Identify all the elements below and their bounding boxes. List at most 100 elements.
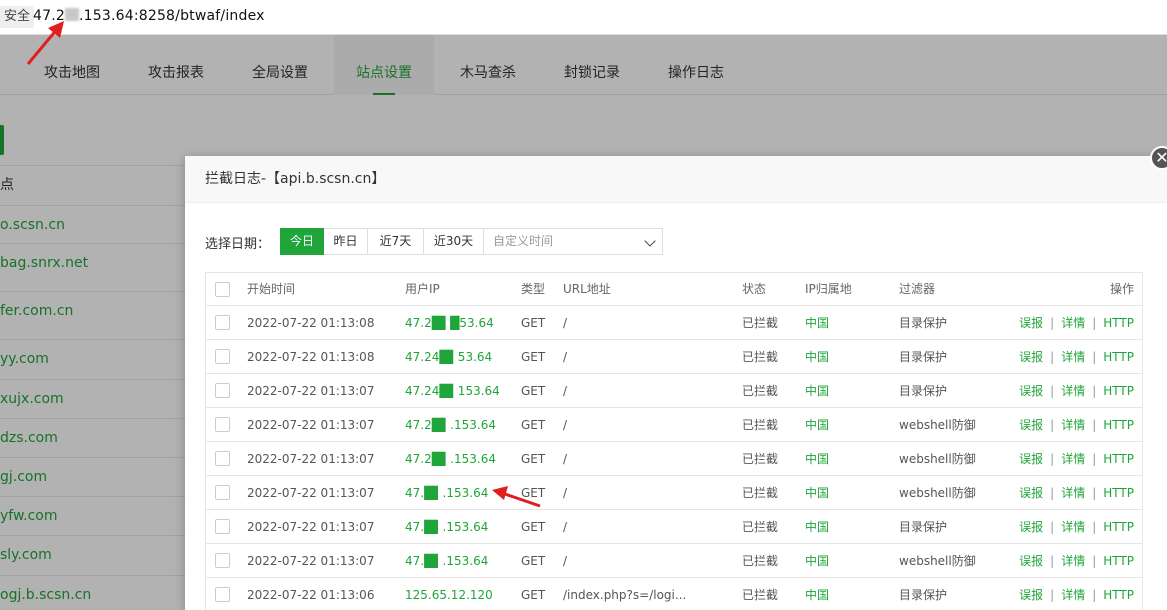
http-link[interactable]: HTTP	[1103, 554, 1134, 568]
cell-time: 2022-07-22 01:13:08	[247, 316, 375, 330]
col-user-ip: 用户IP	[405, 282, 440, 296]
cell-url: /index.php?s=/logi...	[563, 588, 687, 602]
cell-url: /	[563, 486, 568, 500]
http-link[interactable]: HTTP	[1103, 452, 1134, 466]
col-url: URL地址	[563, 282, 611, 296]
cell-status: 已拦截	[742, 418, 779, 432]
intercept-log-table: 开始时间 用户IP 类型 URL地址 状态 IP归属地 过滤器 操作 2022-…	[205, 272, 1143, 610]
browser-address-bar[interactable]: 安全 47.2 .153.64:8258/btwaf/index	[0, 0, 1167, 35]
details-link[interactable]: 详情	[1061, 384, 1085, 398]
row-actions: 误报 | 详情 | HTTP	[1019, 442, 1134, 476]
separator: |	[1092, 588, 1097, 602]
cell-status: 已拦截	[742, 384, 779, 398]
cell-type: GET	[521, 350, 546, 364]
cell-status: 已拦截	[742, 520, 779, 534]
separator: |	[1092, 350, 1097, 364]
cell-ip[interactable]: 47.█▌.153.64	[405, 510, 488, 544]
row-actions: 误报 | 详情 | HTTP	[1019, 340, 1134, 374]
row-checkbox[interactable]	[215, 451, 230, 466]
row-checkbox[interactable]	[215, 587, 230, 602]
cell-ip[interactable]: 47.2█▌.153.64	[405, 408, 496, 442]
http-link[interactable]: HTTP	[1103, 350, 1134, 364]
url-text[interactable]: 47.2 .153.64:8258/btwaf/index	[33, 8, 265, 24]
cell-filter: webshell防御	[899, 486, 976, 500]
separator: |	[1050, 486, 1055, 500]
details-link[interactable]: 详情	[1061, 418, 1085, 432]
details-link[interactable]: 详情	[1061, 452, 1085, 466]
cell-type: GET	[521, 384, 546, 398]
close-icon[interactable]: ✕	[1150, 146, 1167, 170]
row-checkbox[interactable]	[215, 553, 230, 568]
cell-ip[interactable]: 47.█▌.153.64	[405, 476, 488, 510]
cell-filter: 目录保护	[899, 520, 948, 534]
row-checkbox[interactable]	[215, 519, 230, 534]
cell-ip[interactable]: 47.2█▌█53.64	[405, 306, 494, 340]
cell-ip-location: 中国	[805, 452, 830, 466]
report-false-positive-link[interactable]: 误报	[1019, 350, 1043, 364]
secure-badge[interactable]: 安全	[0, 6, 35, 28]
row-checkbox[interactable]	[215, 315, 230, 330]
separator: |	[1050, 588, 1055, 602]
details-link[interactable]: 详情	[1061, 520, 1085, 534]
chevron-down-icon	[644, 235, 656, 247]
separator: |	[1092, 316, 1097, 330]
details-link[interactable]: 详情	[1061, 486, 1085, 500]
details-link[interactable]: 详情	[1061, 588, 1085, 602]
details-link[interactable]: 详情	[1061, 554, 1085, 568]
http-link[interactable]: HTTP	[1103, 384, 1134, 398]
row-checkbox[interactable]	[215, 349, 230, 364]
report-false-positive-link[interactable]: 误报	[1019, 452, 1043, 466]
report-false-positive-link[interactable]: 误报	[1019, 588, 1043, 602]
cell-ip[interactable]: 47.24█▌53.64	[405, 340, 492, 374]
row-checkbox[interactable]	[215, 383, 230, 398]
row-actions: 误报 | 详情 | HTTP	[1019, 578, 1134, 610]
details-link[interactable]: 详情	[1061, 350, 1085, 364]
url-suffix: .153.64:8258/btwaf/index	[78, 8, 265, 24]
cell-ip[interactable]: 47.2█▌.153.64	[405, 442, 496, 476]
cell-time: 2022-07-22 01:13:07	[247, 384, 375, 398]
report-false-positive-link[interactable]: 误报	[1019, 384, 1043, 398]
http-link[interactable]: HTTP	[1103, 418, 1134, 432]
separator: |	[1092, 384, 1097, 398]
cell-ip[interactable]: 47.24█▌153.64	[405, 374, 500, 408]
row-actions: 误报 | 详情 | HTTP	[1019, 544, 1134, 578]
cell-status: 已拦截	[742, 554, 779, 568]
cell-filter: 目录保护	[899, 350, 948, 364]
date-7days-button[interactable]: 近7天	[368, 228, 424, 255]
report-false-positive-link[interactable]: 误报	[1019, 418, 1043, 432]
row-actions: 误报 | 详情 | HTTP	[1019, 476, 1134, 510]
date-yesterday-button[interactable]: 昨日	[324, 228, 368, 255]
cell-ip-location: 中国	[805, 316, 830, 330]
custom-time-select[interactable]: 自定义时间	[483, 228, 663, 255]
report-false-positive-link[interactable]: 误报	[1019, 316, 1043, 330]
report-false-positive-link[interactable]: 误报	[1019, 554, 1043, 568]
select-all-checkbox[interactable]	[215, 282, 230, 297]
cell-ip[interactable]: 125.65.12.120	[405, 578, 493, 610]
row-checkbox[interactable]	[215, 485, 230, 500]
cell-filter: 目录保护	[899, 588, 948, 602]
cell-time: 2022-07-22 01:13:06	[247, 588, 375, 602]
date-30days-button[interactable]: 近30天	[424, 228, 484, 255]
row-actions: 误报 | 详情 | HTTP	[1019, 374, 1134, 408]
row-actions: 误报 | 详情 | HTTP	[1019, 510, 1134, 544]
report-false-positive-link[interactable]: 误报	[1019, 520, 1043, 534]
report-false-positive-link[interactable]: 误报	[1019, 486, 1043, 500]
cell-type: GET	[521, 554, 546, 568]
cell-ip[interactable]: 47.█▌.153.64	[405, 544, 488, 578]
dialog-title: 拦截日志-【api.b.scsn.cn】	[185, 156, 1167, 203]
http-link[interactable]: HTTP	[1103, 588, 1134, 602]
http-link[interactable]: HTTP	[1103, 486, 1134, 500]
date-today-button[interactable]: 今日	[280, 228, 324, 255]
cell-ip-location: 中国	[805, 384, 830, 398]
http-link[interactable]: HTTP	[1103, 520, 1134, 534]
details-link[interactable]: 详情	[1061, 316, 1085, 330]
table-row: 2022-07-22 01:13:06 125.65.12.120 GET/inde…	[206, 578, 1142, 610]
cell-url: /	[563, 350, 568, 364]
table-row: 2022-07-22 01:13:07 47.█▌.153.64 GET / 已拦截 中国…	[206, 544, 1142, 578]
row-checkbox[interactable]	[215, 417, 230, 432]
http-link[interactable]: HTTP	[1103, 316, 1134, 330]
table-row: 2022-07-22 01:13:07 47.2█▌.153.64 GET / 已拦截 中…	[206, 408, 1142, 442]
cell-status: 已拦截	[742, 486, 779, 500]
cell-filter: webshell防御	[899, 452, 976, 466]
cell-time: 2022-07-22 01:13:07	[247, 452, 375, 466]
